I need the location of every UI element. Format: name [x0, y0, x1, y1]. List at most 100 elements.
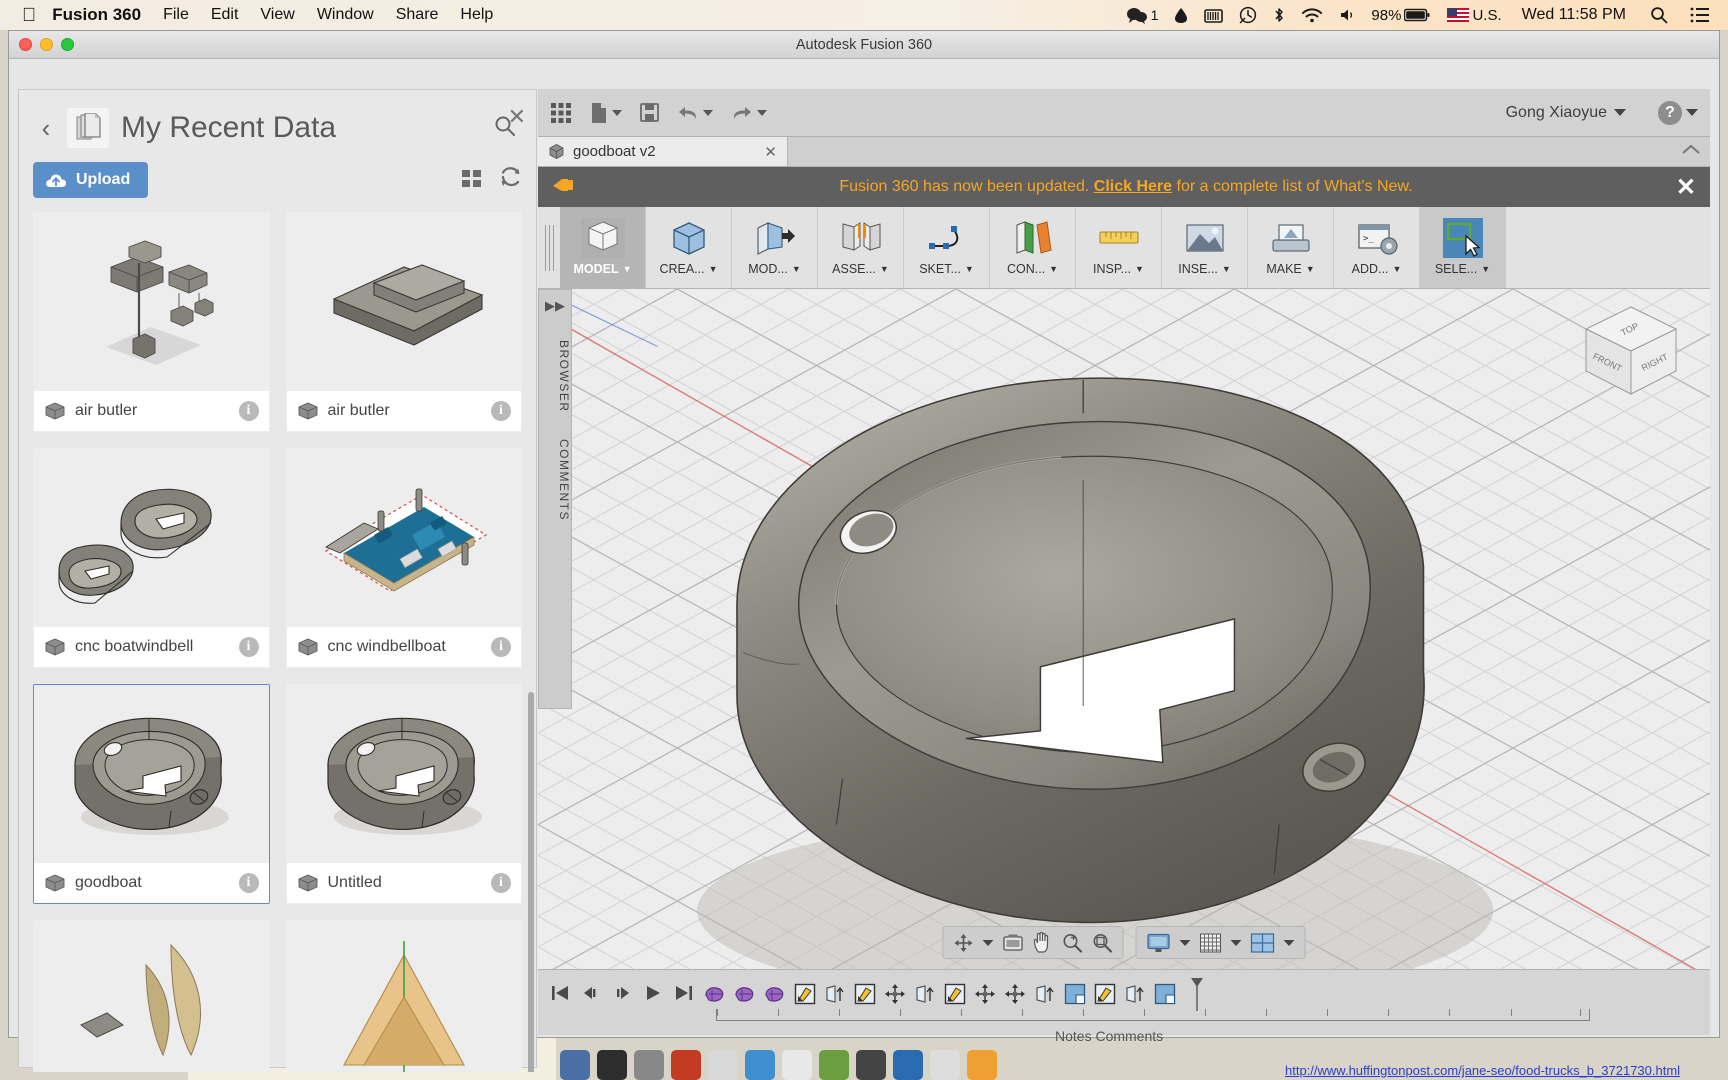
- ribbon-tab-sketch[interactable]: SKET... ▼: [904, 207, 990, 288]
- menu-share[interactable]: Share: [396, 6, 439, 24]
- timeline-features[interactable]: [702, 978, 1210, 1011]
- data-card[interactable]: [33, 920, 270, 1072]
- chevron-down-icon[interactable]: [1179, 939, 1191, 947]
- menu-app-name[interactable]: Fusion 360: [52, 5, 141, 25]
- undo-icon[interactable]: [677, 104, 713, 122]
- browser-panel-collapsed[interactable]: ▶▶ BROWSER COMMENTS: [538, 289, 572, 709]
- zoom-window-icon[interactable]: [1062, 932, 1083, 953]
- data-card[interactable]: cnc windbellboat i: [285, 448, 522, 668]
- data-panel-scrollbar[interactable]: [528, 692, 534, 1072]
- window-titlebar[interactable]: Autodesk Fusion 360: [9, 31, 1719, 59]
- data-card[interactable]: Untitled i: [285, 684, 522, 904]
- sculpt-icon[interactable]: [732, 980, 758, 1008]
- browser-label[interactable]: BROWSER: [539, 340, 571, 413]
- look-at-icon[interactable]: [1003, 933, 1024, 952]
- sketch-icon[interactable]: [792, 980, 818, 1008]
- chevron-down-icon[interactable]: [982, 939, 994, 947]
- timemachine-icon[interactable]: [1239, 6, 1257, 24]
- app-grid-icon[interactable]: [550, 102, 572, 124]
- ribbon-grip[interactable]: [538, 207, 560, 288]
- view-cube[interactable]: TOP FRONT RIGHT: [1576, 299, 1686, 404]
- dock[interactable]: [560, 1040, 997, 1080]
- ribbon-toolbar[interactable]: MODEL ▼ CREA... ▼ MOD... ▼ ASSE... ▼ SKE…: [538, 207, 1710, 289]
- dock-icon[interactable]: [930, 1050, 960, 1080]
- user-menu[interactable]: Gong Xiaoyue: [1506, 104, 1626, 122]
- timeline-marker-icon[interactable]: [1184, 978, 1210, 1011]
- move-icon[interactable]: [972, 980, 998, 1008]
- browser-url[interactable]: http://www.huffingtonpost.com/jane-seo/f…: [1285, 1063, 1680, 1078]
- viewports-icon[interactable]: [1250, 932, 1275, 953]
- extrude-icon[interactable]: [1122, 980, 1148, 1008]
- data-card[interactable]: air butler i: [33, 212, 270, 432]
- info-icon[interactable]: i: [238, 873, 259, 893]
- notification-link[interactable]: Click Here: [1094, 178, 1172, 195]
- ribbon-tab-addins[interactable]: >_ ADD... ▼: [1334, 207, 1420, 288]
- search-icon[interactable]: [1650, 6, 1668, 24]
- info-icon[interactable]: i: [491, 401, 511, 421]
- data-card[interactable]: air butler i: [285, 212, 522, 432]
- wifi-icon[interactable]: [1301, 7, 1323, 23]
- extrude-icon[interactable]: [912, 980, 938, 1008]
- grid-view-icon[interactable]: [461, 167, 483, 194]
- ribbon-tab-construct[interactable]: CON... ▼: [990, 207, 1076, 288]
- shell-icon[interactable]: [1152, 980, 1178, 1008]
- play-icon[interactable]: [643, 983, 663, 1008]
- close-panel-icon[interactable]: ✕: [508, 104, 526, 130]
- zoom-fit-icon[interactable]: [1092, 932, 1113, 953]
- collapse-ribbon-icon[interactable]: [1682, 142, 1700, 160]
- menu-window[interactable]: Window: [317, 6, 374, 24]
- notification-close-icon[interactable]: ✕: [1676, 173, 1696, 202]
- move-icon[interactable]: [882, 980, 908, 1008]
- ribbon-tab-assemble[interactable]: ASSE... ▼: [818, 207, 904, 288]
- sculpt-icon[interactable]: [762, 980, 788, 1008]
- dock-icon[interactable]: [597, 1050, 627, 1080]
- nav-group-right[interactable]: [1135, 926, 1306, 959]
- skip-start-icon[interactable]: [550, 983, 570, 1008]
- flag-icon[interactable]: U.S.: [1447, 7, 1502, 24]
- upload-button[interactable]: Upload: [33, 162, 149, 198]
- documents-icon[interactable]: [67, 108, 109, 148]
- timeline-track[interactable]: [716, 1009, 1590, 1021]
- refresh-icon[interactable]: [499, 166, 522, 194]
- timeline-bar[interactable]: [538, 969, 1710, 1035]
- redo-icon[interactable]: [731, 104, 767, 122]
- orbit-icon[interactable]: [954, 933, 974, 953]
- viewport-canvas[interactable]: ▶▶ BROWSER COMMENTS TOP FRONT RIGHT: [538, 289, 1710, 1035]
- sculpt-icon[interactable]: [702, 980, 728, 1008]
- sketch-icon[interactable]: [942, 980, 968, 1008]
- dock-icon[interactable]: [782, 1050, 812, 1080]
- ribbon-tab-select[interactable]: SELE... ▼: [1420, 207, 1506, 288]
- data-card[interactable]: cnc boatwindbell i: [33, 448, 270, 668]
- data-card-selected[interactable]: goodboat i: [33, 684, 270, 904]
- dock-icon[interactable]: [856, 1050, 886, 1080]
- data-panel[interactable]: ‹ My Recent Data ✕ Upload air butler i a…: [18, 89, 537, 1072]
- shell-icon[interactable]: [1062, 980, 1088, 1008]
- menu-file[interactable]: File: [163, 6, 189, 24]
- dock-icon[interactable]: [967, 1050, 997, 1080]
- document-tab-bar[interactable]: goodboat v2 ✕: [538, 137, 1710, 167]
- info-icon[interactable]: i: [491, 637, 511, 657]
- back-chevron-icon[interactable]: ‹: [33, 113, 59, 144]
- apple-icon[interactable]: : [22, 6, 36, 25]
- ribbon-tab-insert[interactable]: INSE... ▼: [1162, 207, 1248, 288]
- timeline-playback-controls[interactable]: [550, 978, 694, 1008]
- move-icon[interactable]: [1002, 980, 1028, 1008]
- application-bar[interactable]: Gong Xiaoyue ?: [538, 89, 1710, 137]
- data-card[interactable]: [285, 920, 522, 1072]
- pan-icon[interactable]: [1033, 932, 1053, 953]
- macos-menu-bar[interactable]:  Fusion 360 File Edit View Window Share…: [0, 0, 1728, 30]
- dock-icon[interactable]: [893, 1050, 923, 1080]
- chevron-down-icon[interactable]: [1230, 939, 1242, 947]
- dock-icon[interactable]: [634, 1050, 664, 1080]
- ribbon-tab-make[interactable]: MAKE ▼: [1248, 207, 1334, 288]
- dock-icon[interactable]: [671, 1050, 701, 1080]
- menu-edit[interactable]: Edit: [211, 6, 239, 24]
- step-back-icon[interactable]: [581, 983, 601, 1008]
- help-button[interactable]: ?: [1658, 100, 1698, 125]
- chevron-down-icon[interactable]: [1283, 939, 1295, 947]
- dock-icon[interactable]: [819, 1050, 849, 1080]
- new-file-icon[interactable]: [590, 102, 622, 124]
- tab-close-icon[interactable]: ✕: [764, 143, 777, 161]
- dock-icon[interactable]: [745, 1050, 775, 1080]
- nav-group-left[interactable]: [942, 926, 1124, 959]
